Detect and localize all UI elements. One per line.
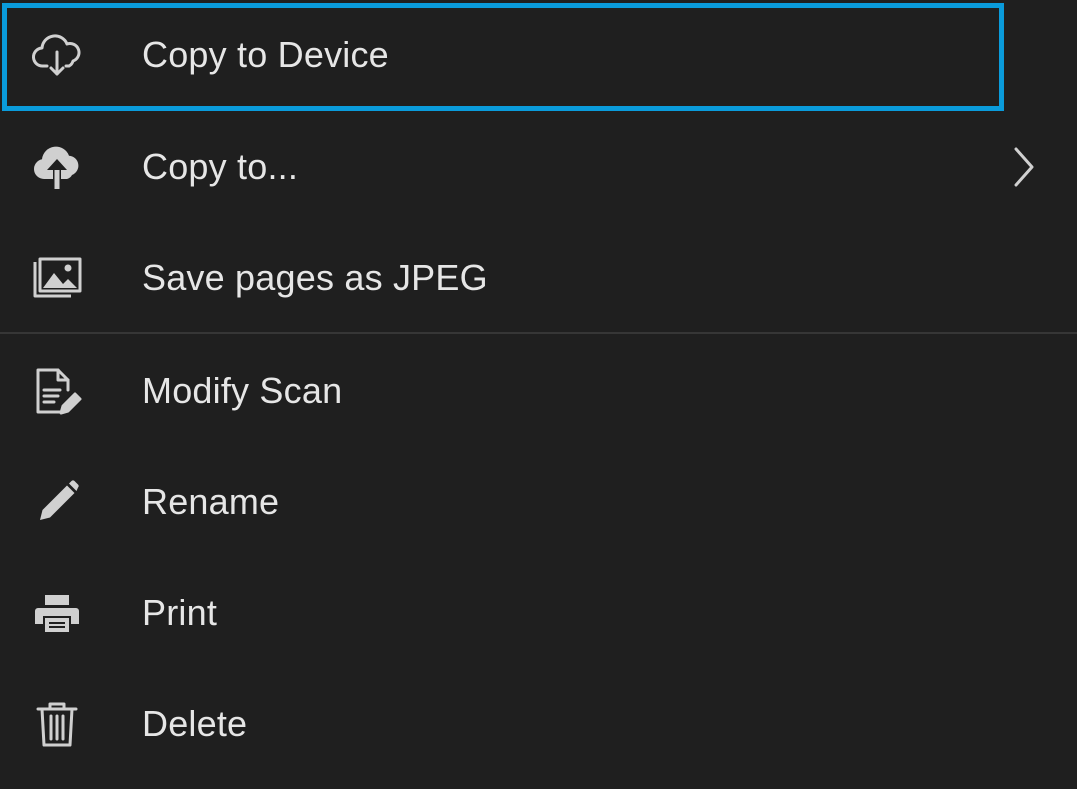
document-edit-icon — [30, 364, 84, 418]
cloud-download-icon — [30, 28, 84, 82]
chevron-right-icon — [1004, 140, 1044, 194]
printer-icon — [30, 586, 84, 640]
menu-item-label: Save pages as JPEG — [142, 257, 488, 298]
menu-item-copy-to-device[interactable]: Copy to Device — [0, 0, 1077, 110]
menu-item-label: Print — [142, 592, 218, 633]
menu-item-save-as-jpeg[interactable]: Save pages as JPEG — [0, 223, 1077, 333]
menu-item-label: Delete — [142, 703, 248, 744]
images-icon — [30, 251, 84, 305]
menu-item-label: Modify Scan — [142, 370, 343, 411]
menu-item-label: Rename — [142, 481, 280, 522]
menu-item-copy-to[interactable]: Copy to... — [0, 112, 1077, 222]
pencil-icon — [30, 475, 84, 529]
menu-item-print[interactable]: Print — [0, 558, 1077, 668]
menu-item-label: Copy to Device — [142, 34, 389, 75]
trash-icon — [30, 697, 84, 751]
menu-item-rename[interactable]: Rename — [0, 447, 1077, 557]
menu-item-delete[interactable]: Delete — [0, 669, 1077, 779]
menu-item-label: Copy to... — [142, 146, 299, 187]
menu-item-modify-scan[interactable]: Modify Scan — [0, 336, 1077, 446]
context-menu: Copy to Device Copy to... Save pages as … — [0, 0, 1077, 789]
cloud-upload-icon — [30, 140, 84, 194]
menu-divider — [0, 332, 1077, 334]
